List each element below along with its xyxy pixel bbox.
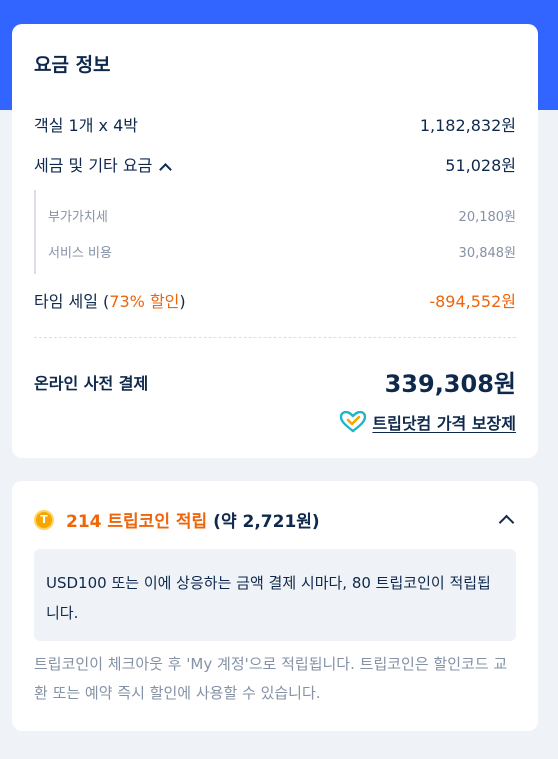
- heart-check-icon: [340, 411, 367, 433]
- trip-coin-title: 214 트립코인 적립: [66, 512, 208, 532]
- chevron-up-icon[interactable]: [159, 163, 173, 176]
- room-charge-value: 1,182,832원: [419, 116, 516, 135]
- price-info-title: 요금 정보: [34, 54, 111, 76]
- total-row: 온라인 사전 결제 339,308원: [34, 364, 516, 399]
- time-sale-label: 타임 세일 (73% 할인): [34, 288, 186, 312]
- time-sale-label-text: 타임 세일 (: [34, 292, 110, 311]
- vat-value: 20,180원: [458, 210, 516, 225]
- total-label: 온라인 사전 결제: [34, 373, 149, 393]
- trip-coin-title-group: T 214 트립코인 적립 (약 2,721원): [34, 507, 320, 532]
- service-fee-value: 30,848원: [458, 246, 516, 261]
- trip-coin-info-box: USD100 또는 이에 상응하는 금액 결제 시마다, 80 트립코인이 적립…: [34, 549, 516, 641]
- trip-coin-approx-value: (약 2,721원): [213, 512, 320, 532]
- trip-coin-card: T 214 트립코인 적립 (약 2,721원) USD100 또는 이에 상응…: [12, 481, 538, 731]
- divider: [34, 337, 516, 338]
- trip-coin-info-text: USD100 또는 이에 상응하는 금액 결제 시마다, 80 트립코인이 적립…: [46, 574, 491, 622]
- time-sale-value: -894,552원: [429, 292, 516, 311]
- tax-breakdown: 부가가치세 20,180원 서비스 비용 30,848원: [34, 190, 516, 274]
- tax-fee-value: 51,028원: [445, 156, 516, 175]
- price-guarantee-label[interactable]: 트립닷컴 가격 보장제: [372, 410, 516, 434]
- price-info-card: 요금 정보 객실 1개 x 4박 1,182,832원 세금 및 기타 요금 5…: [12, 24, 538, 458]
- tax-breakdown-item: 서비스 비용 30,848원: [48, 242, 516, 261]
- coin-icon: T: [34, 509, 54, 530]
- trip-coin-header[interactable]: T 214 트립코인 적립 (약 2,721원): [34, 507, 516, 532]
- tax-fee-row[interactable]: 세금 및 기타 요금 51,028원: [34, 152, 516, 176]
- tax-breakdown-item: 부가가치세 20,180원: [48, 206, 516, 225]
- time-sale-row: 타임 세일 (73% 할인) -894,552원: [34, 288, 516, 312]
- tax-fee-toggle[interactable]: 세금 및 기타 요금: [34, 152, 173, 176]
- tax-fee-label: 세금 및 기타 요금: [34, 156, 153, 175]
- room-charge-row: 객실 1개 x 4박 1,182,832원: [34, 112, 516, 136]
- discount-percent: 73% 할인: [109, 292, 180, 311]
- trip-coin-note: 트립코인이 체크아웃 후 'My 계정'으로 적립됩니다. 트립코인은 할인코드…: [34, 655, 508, 702]
- room-charge-label: 객실 1개 x 4박: [34, 116, 138, 135]
- total-value: 339,308원: [384, 370, 516, 398]
- price-guarantee-link[interactable]: 트립닷컴 가격 보장제: [340, 410, 516, 434]
- vat-label: 부가가치세: [48, 210, 108, 225]
- service-fee-label: 서비스 비용: [48, 246, 112, 261]
- chevron-up-icon[interactable]: [498, 514, 515, 531]
- time-sale-label-close: ): [179, 292, 186, 311]
